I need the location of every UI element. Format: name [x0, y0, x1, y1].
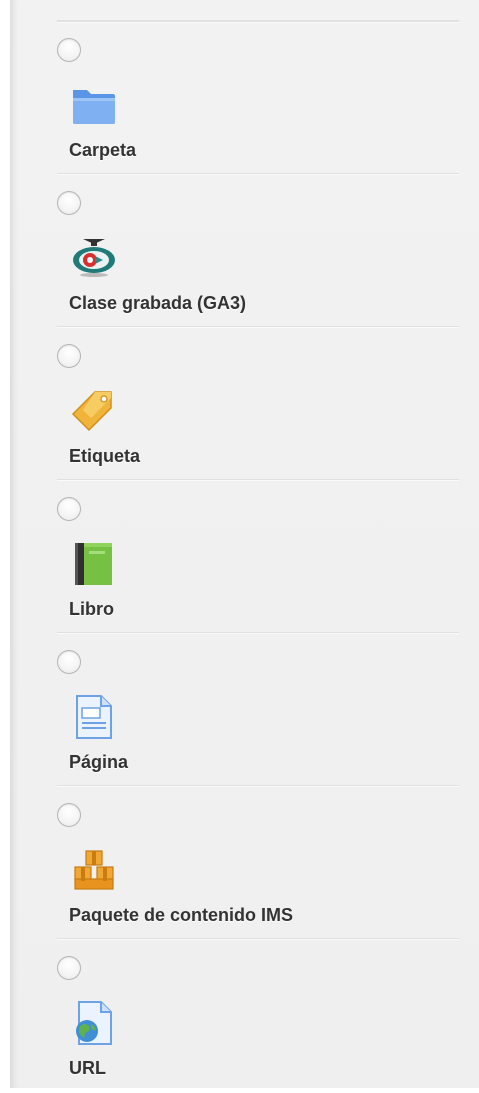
- module-radio[interactable]: [57, 38, 81, 62]
- module-radio[interactable]: [57, 803, 81, 827]
- page-icon: [69, 692, 119, 742]
- module-label: URL: [69, 1058, 106, 1078]
- module-option-pagina[interactable]: Página: [57, 634, 459, 787]
- module-option-clase-grabada[interactable]: Clase grabada (GA3): [57, 175, 459, 328]
- folder-icon: [69, 80, 119, 130]
- module-label: Carpeta: [69, 140, 137, 160]
- module-label: Paquete de contenido IMS: [69, 905, 294, 925]
- module-radio[interactable]: [57, 650, 81, 674]
- url-icon: [69, 998, 119, 1048]
- module-radio[interactable]: [57, 191, 81, 215]
- recorded-class-icon: [69, 233, 119, 283]
- module-radio[interactable]: [57, 497, 81, 521]
- module-label: Etiqueta: [69, 446, 141, 466]
- module-option-carpeta[interactable]: Carpeta: [57, 22, 459, 175]
- module-label: Página: [69, 752, 129, 772]
- module-option-etiqueta[interactable]: Etiqueta: [57, 328, 459, 481]
- label-tag-icon: [69, 386, 119, 436]
- module-option-url[interactable]: URL: [57, 940, 459, 1093]
- book-icon: [69, 539, 119, 589]
- module-label: Libro: [69, 599, 114, 619]
- activity-chooser-panel: Carpeta Clase grabada (GA3) Etiqueta Lib…: [10, 0, 479, 1088]
- module-radio[interactable]: [57, 344, 81, 368]
- module-label: Clase grabada (GA3): [69, 293, 247, 313]
- module-radio[interactable]: [57, 956, 81, 980]
- ims-package-icon: [69, 845, 119, 895]
- module-option-libro[interactable]: Libro: [57, 481, 459, 634]
- module-option-paquete-ims[interactable]: Paquete de contenido IMS: [57, 787, 459, 940]
